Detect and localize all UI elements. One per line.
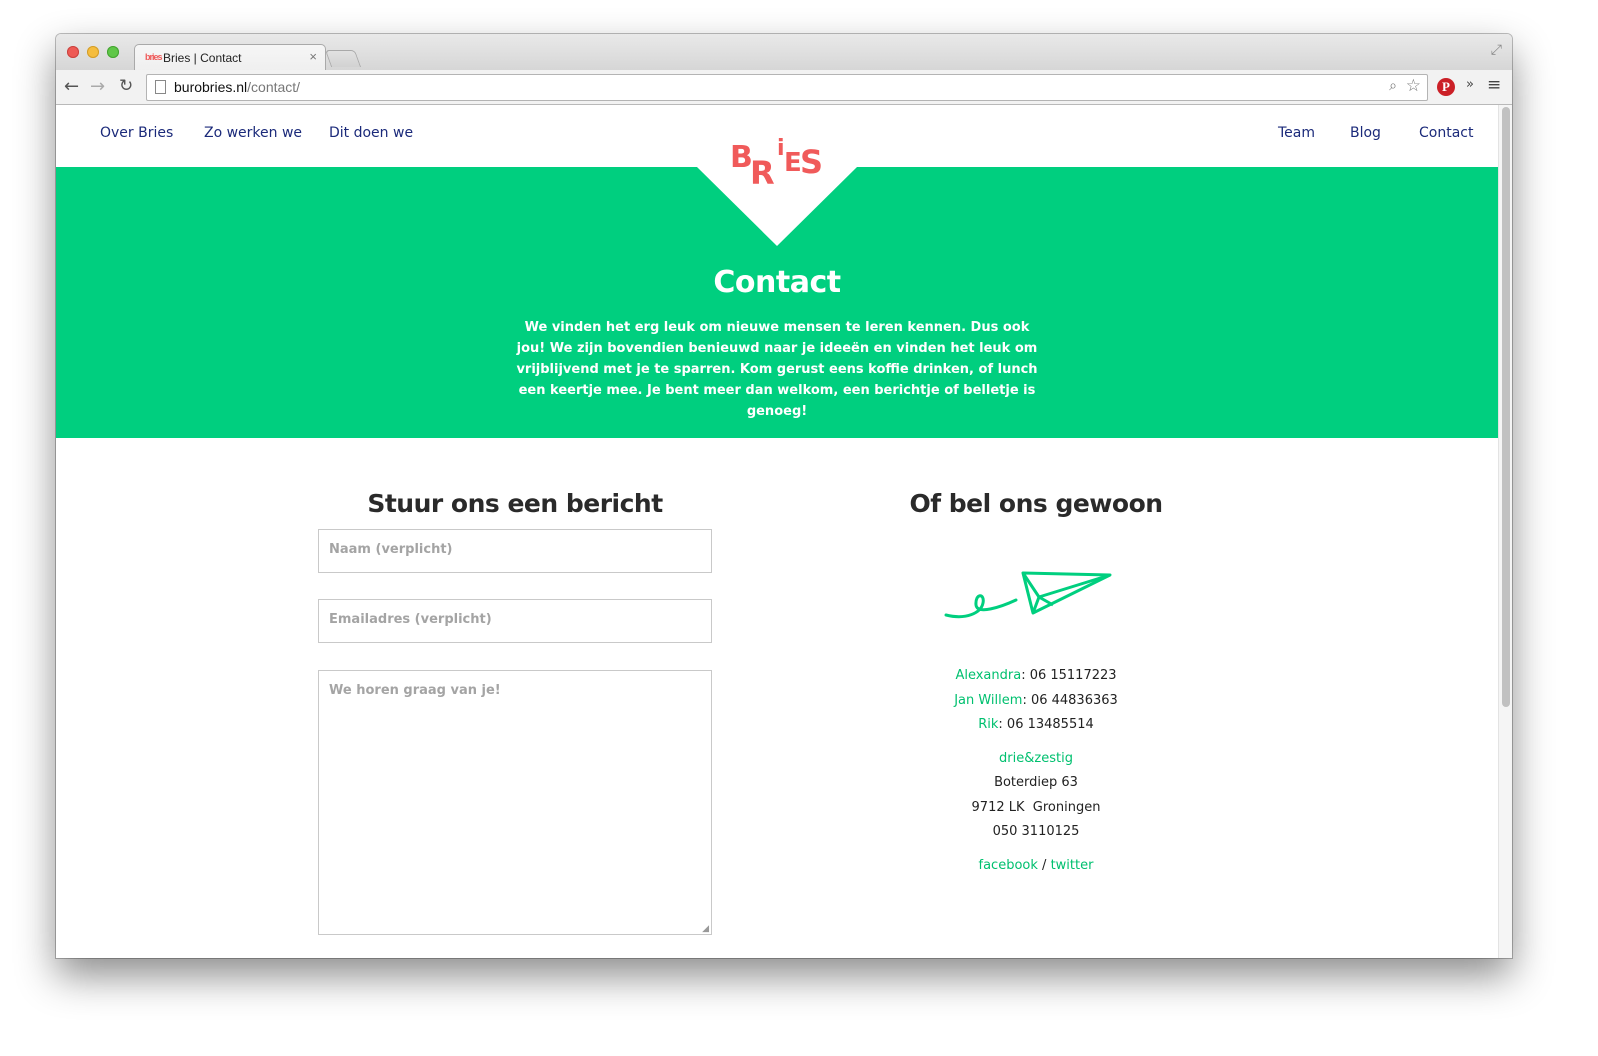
office-phone: 050 3110125 — [992, 824, 1080, 839]
nav-zo-werken-we[interactable]: Zo werken we — [204, 125, 302, 141]
tab-close-icon[interactable]: × — [309, 49, 317, 64]
paper-plane-icon — [944, 571, 1112, 619]
url-text[interactable]: burobries.nl/contact/ — [174, 79, 300, 95]
message-textarea[interactable]: We horen graag van je! ◢ — [318, 670, 712, 935]
close-window-button[interactable] — [67, 46, 79, 58]
contact-heading: Of bel ons gewoon — [909, 489, 1163, 518]
name-field[interactable]: Naam (verplicht) — [318, 529, 712, 573]
title-bar: bries Bries | Contact × ⤢ — [56, 34, 1512, 71]
contact-person: Rik: 06 13485514 — [836, 717, 1236, 732]
browser-window: bries Bries | Contact × ⤢ ← → ↻ burobrie… — [56, 34, 1512, 958]
message-placeholder: We horen graag van je! — [329, 683, 501, 698]
bries-favicon-icon: bries — [145, 52, 162, 62]
person-name-link[interactable]: Jan Willem — [954, 693, 1022, 708]
address-street: Boterdiep 63 — [994, 775, 1078, 790]
url-path: /contact/ — [247, 79, 301, 95]
page-title: Contact — [713, 265, 841, 300]
nav-over-bries[interactable]: Over Bries — [100, 125, 173, 141]
nav-blog[interactable]: Blog — [1350, 125, 1381, 141]
resize-handle-icon[interactable]: ◢ — [702, 924, 709, 934]
minimize-window-button[interactable] — [87, 46, 99, 58]
pinterest-extension-icon[interactable]: P — [1437, 78, 1455, 96]
reload-icon[interactable]: ↻ — [119, 76, 133, 96]
hero-intro-text: We vinden het erg leuk om nieuwe mensen … — [516, 320, 1038, 419]
company-link[interactable]: drie&zestig — [836, 751, 1236, 766]
hero-banner: Contact We vinden het erg leuk om nieuwe… — [56, 167, 1498, 438]
bookmark-star-icon[interactable]: ☆ — [1406, 76, 1421, 96]
contact-person: Jan Willem: 06 44836363 — [836, 693, 1236, 708]
extensions-overflow-icon[interactable]: » — [1466, 77, 1474, 92]
tab-title: Bries | Contact — [163, 51, 242, 65]
search-icon[interactable]: ⌕ — [1389, 78, 1397, 94]
fullscreen-icon[interactable]: ⤢ — [1491, 42, 1502, 58]
nav-contact[interactable]: Contact — [1419, 125, 1473, 141]
page-viewport: Over Bries Zo werken we Dit doen we Team… — [56, 105, 1498, 958]
page-icon — [155, 80, 166, 94]
tab-contact[interactable]: bries Bries | Contact × — [134, 44, 326, 71]
vertical-scrollbar[interactable] — [1498, 105, 1512, 958]
person-phone: : 06 13485514 — [998, 717, 1094, 732]
social-separator: / — [1042, 858, 1047, 873]
twitter-link[interactable]: twitter — [1051, 858, 1094, 873]
facebook-link[interactable]: facebook — [979, 858, 1038, 873]
scrollbar-thumb[interactable] — [1502, 107, 1510, 707]
address-bar[interactable]: burobries.nl/contact/ ⌕ ☆ — [146, 74, 1428, 101]
person-name-link[interactable]: Rik — [978, 717, 998, 732]
url-host: burobries.nl — [174, 79, 248, 95]
logo-letter-s: S — [800, 143, 823, 181]
browser-toolbar: ← → ↻ burobries.nl/contact/ ⌕ ☆ P » ≡ — [56, 70, 1512, 105]
form-heading: Stuur ons een bericht — [367, 489, 663, 518]
person-name-link[interactable]: Alexandra — [955, 668, 1021, 683]
nav-team[interactable]: Team — [1278, 125, 1315, 141]
nav-dit-doen-we[interactable]: Dit doen we — [329, 125, 413, 141]
person-phone: : 06 44836363 — [1022, 693, 1118, 708]
new-tab-button[interactable] — [324, 50, 362, 67]
social-links: facebook / twitter — [836, 858, 1236, 873]
menu-icon[interactable]: ≡ — [1487, 75, 1501, 95]
bries-logo[interactable]: B R i E S — [728, 129, 828, 189]
zoom-window-button[interactable] — [107, 46, 119, 58]
forward-arrow-icon[interactable]: → — [90, 76, 105, 97]
email-field[interactable]: Emailadres (verplicht) — [318, 599, 712, 643]
contact-person: Alexandra: 06 15117223 — [836, 668, 1236, 683]
address-city: 9712 LK Groningen — [971, 800, 1101, 815]
logo-letter-r: R — [750, 154, 775, 189]
back-arrow-icon[interactable]: ← — [64, 76, 79, 97]
person-phone: : 06 15117223 — [1021, 668, 1117, 683]
